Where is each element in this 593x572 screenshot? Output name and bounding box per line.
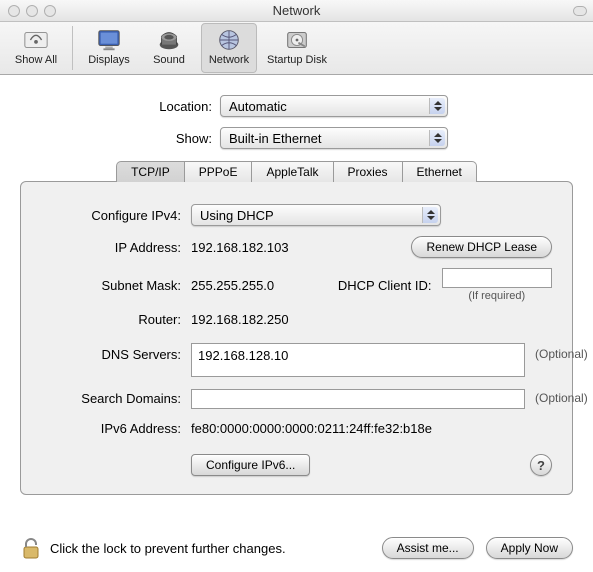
renew-dhcp-button[interactable]: Renew DHCP Lease (411, 236, 552, 258)
search-optional-label: (Optional) (535, 389, 588, 405)
ipv6-address-label: IPv6 Address: (41, 421, 181, 436)
assist-me-button[interactable]: Assist me... (382, 537, 474, 559)
search-domains-label: Search Domains: (41, 389, 181, 406)
configure-ipv4-label: Configure IPv4: (41, 208, 181, 223)
toolbar-label: Network (209, 54, 249, 66)
startup-disk-icon (281, 26, 313, 54)
show-popup[interactable]: Built-in Ethernet (220, 127, 448, 149)
show-all-icon (20, 26, 52, 54)
zoom-window-button[interactable] (44, 5, 56, 17)
minimize-window-button[interactable] (26, 5, 38, 17)
dns-servers-label: DNS Servers: (41, 343, 181, 362)
preferences-toolbar: Show All Displays Sound (0, 22, 593, 75)
chevron-updown-icon (429, 98, 445, 114)
toolbar-show-all[interactable]: Show All (8, 23, 64, 73)
tab-pppoe[interactable]: PPPoE (184, 161, 253, 182)
show-value: Built-in Ethernet (229, 131, 322, 146)
toolbar-label: Show All (15, 54, 57, 66)
help-button[interactable]: ? (530, 454, 552, 476)
lock-text: Click the lock to prevent further change… (50, 541, 286, 556)
if-required-note: (If required) (442, 290, 553, 302)
apply-now-button[interactable]: Apply Now (486, 537, 573, 559)
network-icon (213, 26, 245, 54)
footer: Click the lock to prevent further change… (0, 536, 593, 560)
subnet-mask-label: Subnet Mask: (41, 278, 181, 293)
toolbar-divider (72, 26, 73, 70)
location-value: Automatic (229, 99, 287, 114)
lock-icon[interactable] (20, 536, 42, 560)
dns-servers-input[interactable]: 192.168.128.10 (191, 343, 525, 377)
tab-ethernet[interactable]: Ethernet (402, 161, 477, 182)
configure-ipv6-button[interactable]: Configure IPv6... (191, 454, 310, 476)
toolbar-label: Startup Disk (267, 54, 327, 66)
router-label: Router: (41, 312, 181, 327)
router-value: 192.168.182.250 (191, 312, 302, 327)
window-title: Network (0, 3, 593, 18)
close-window-button[interactable] (8, 5, 20, 17)
toolbar-label: Sound (153, 54, 185, 66)
traffic-lights (8, 5, 56, 17)
location-label: Location: (20, 99, 220, 114)
ip-address-label: IP Address: (41, 240, 181, 255)
chevron-updown-icon (429, 130, 445, 146)
displays-icon (93, 26, 125, 54)
dns-optional-label: (Optional) (535, 343, 588, 361)
chevron-updown-icon (422, 207, 438, 223)
search-domains-input[interactable] (191, 389, 525, 409)
ipv6-address-value: fe80:0000:0000:0000:0211:24ff:fe32:b18e (191, 421, 552, 436)
ip-address-value: 192.168.182.103 (191, 240, 302, 255)
dhcp-client-id-input[interactable] (442, 268, 552, 288)
show-label: Show: (20, 131, 220, 146)
tab-appletalk[interactable]: AppleTalk (251, 161, 333, 182)
subnet-mask-value: 255.255.255.0 (191, 278, 302, 293)
toolbar-startup-disk[interactable]: Startup Disk (261, 23, 333, 73)
toolbar-displays[interactable]: Displays (81, 23, 137, 73)
tab-bar: TCP/IP PPPoE AppleTalk Proxies Ethernet (20, 161, 573, 182)
tab-tcpip[interactable]: TCP/IP (116, 161, 185, 182)
toolbar-toggle-button[interactable] (573, 6, 587, 16)
dhcp-client-id-label: DHCP Client ID: (312, 278, 432, 293)
tab-proxies[interactable]: Proxies (333, 161, 403, 182)
window-titlebar: Network (0, 0, 593, 22)
content-area: Location: Automatic Show: Built-in Ether… (0, 75, 593, 495)
configure-ipv4-popup[interactable]: Using DHCP (191, 204, 441, 226)
location-popup[interactable]: Automatic (220, 95, 448, 117)
toolbar-sound[interactable]: Sound (141, 23, 197, 73)
toolbar-network[interactable]: Network (201, 23, 257, 73)
configure-ipv4-value: Using DHCP (200, 208, 274, 223)
tcpip-panel: Configure IPv4: Using DHCP IP Address: 1… (20, 181, 573, 495)
toolbar-label: Displays (88, 54, 130, 66)
sound-icon (153, 26, 185, 54)
